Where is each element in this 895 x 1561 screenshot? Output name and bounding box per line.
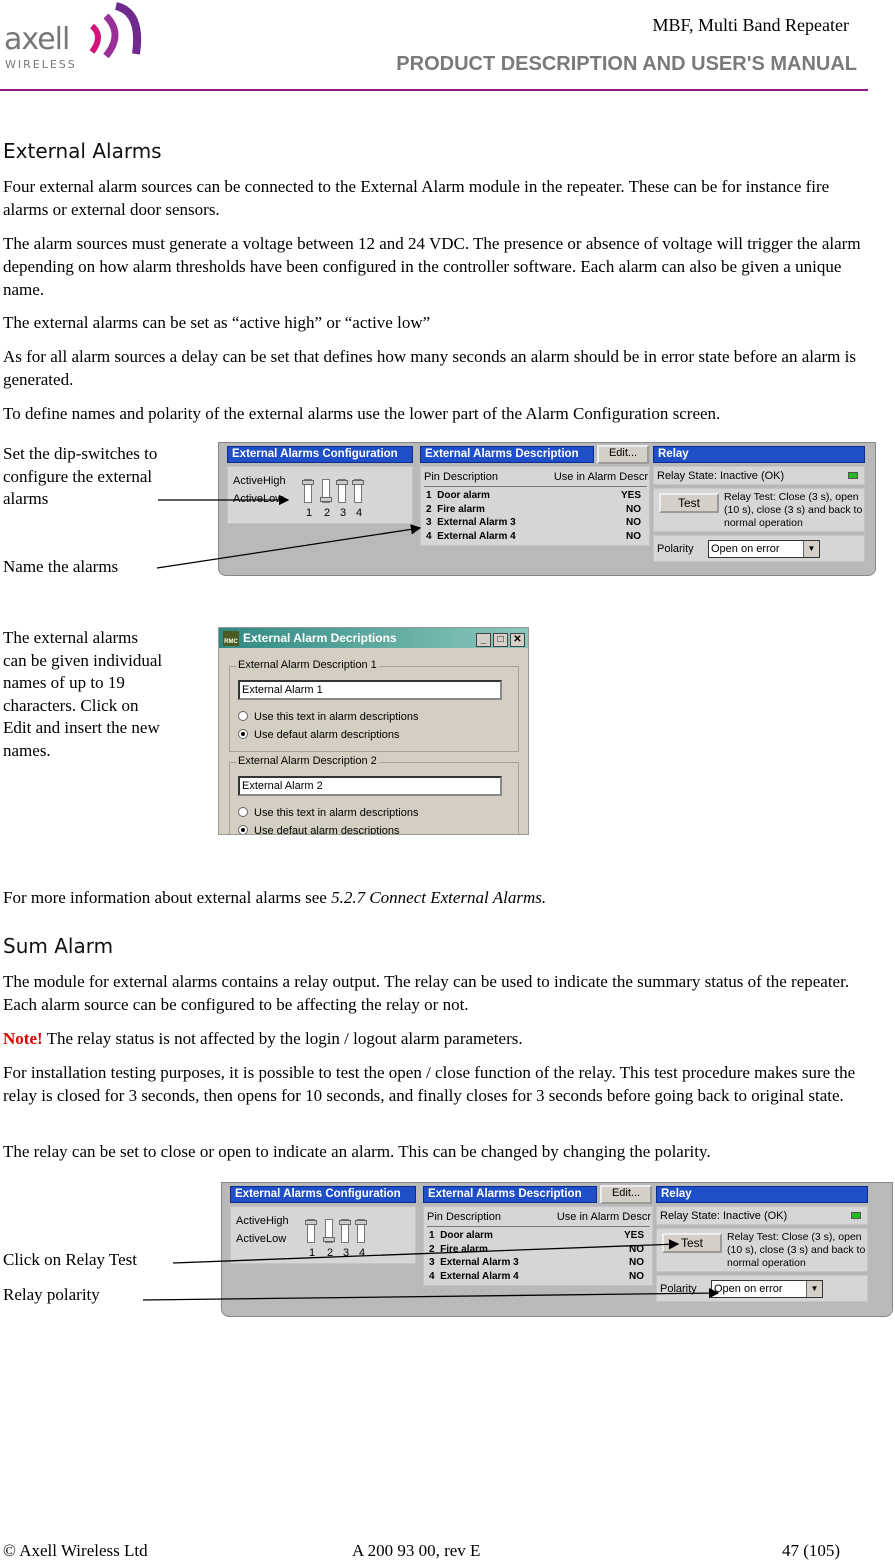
arrow-name: [156, 524, 422, 569]
footer-page: 47 (105): [782, 1541, 841, 1560]
arrow-test: [172, 1239, 680, 1264]
footer-copyright: © Axell Wireless Ltd: [3, 1541, 148, 1560]
footer-doc-number: A 200 93 00, rev E: [352, 1541, 481, 1560]
callout-arrows: [142, 494, 720, 1301]
arrow-polarity: [142, 1287, 720, 1301]
